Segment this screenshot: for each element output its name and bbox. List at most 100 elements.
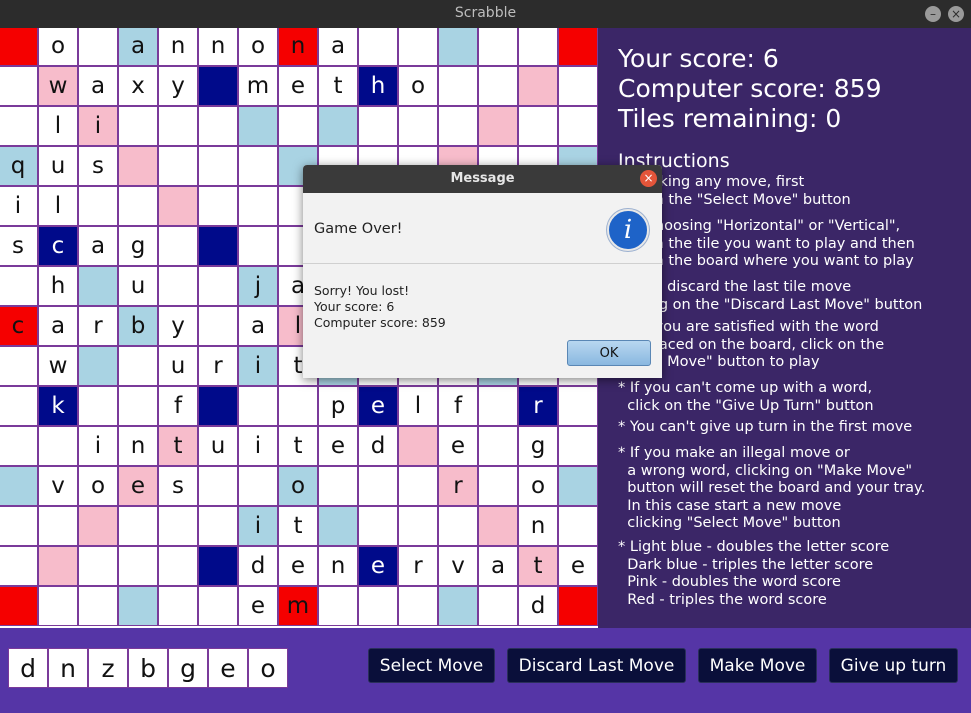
board-cell[interactable] (38, 506, 78, 546)
board-cell[interactable] (118, 386, 158, 426)
board-cell[interactable] (78, 346, 118, 386)
board-cell[interactable]: r (438, 466, 478, 506)
board-cell[interactable] (158, 146, 198, 186)
board-cell[interactable] (478, 426, 518, 466)
board-cell[interactable] (0, 266, 38, 306)
board-cell[interactable] (198, 266, 238, 306)
board-cell[interactable] (558, 106, 598, 146)
board-cell[interactable] (398, 466, 438, 506)
board-cell[interactable] (38, 586, 78, 626)
board-cell[interactable]: i (78, 426, 118, 466)
board-cell[interactable]: a (38, 306, 78, 346)
board-cell[interactable] (118, 586, 158, 626)
board-cell[interactable]: a (78, 66, 118, 106)
board-cell[interactable]: b (118, 306, 158, 346)
board-cell[interactable] (0, 106, 38, 146)
board-cell[interactable] (438, 28, 478, 66)
board-cell[interactable] (558, 506, 598, 546)
board-cell[interactable] (358, 106, 398, 146)
board-cell[interactable] (198, 306, 238, 346)
board-cell[interactable] (118, 506, 158, 546)
board-cell[interactable]: l (398, 386, 438, 426)
board-cell[interactable] (478, 386, 518, 426)
board-cell[interactable]: e (118, 466, 158, 506)
board-cell[interactable] (198, 66, 238, 106)
board-cell[interactable] (238, 146, 278, 186)
tray-tile[interactable]: e (208, 648, 248, 688)
board-cell[interactable]: j (238, 266, 278, 306)
board-cell[interactable] (118, 106, 158, 146)
board-cell[interactable]: s (0, 226, 38, 266)
board-cell[interactable]: v (438, 546, 478, 586)
board-cell[interactable]: o (238, 28, 278, 66)
tray-tile[interactable]: b (128, 648, 168, 688)
board-cell[interactable]: u (38, 146, 78, 186)
board-cell[interactable]: e (438, 426, 478, 466)
board-cell[interactable] (518, 106, 558, 146)
board-cell[interactable]: w (38, 66, 78, 106)
board-cell[interactable] (358, 466, 398, 506)
board-cell[interactable] (558, 66, 598, 106)
board-cell[interactable] (478, 586, 518, 626)
board-cell[interactable]: y (158, 306, 198, 346)
board-cell[interactable]: o (78, 466, 118, 506)
tile-tray[interactable]: dnzbgeo (8, 648, 288, 688)
board-cell[interactable]: n (278, 28, 318, 66)
board-cell[interactable] (158, 546, 198, 586)
board-cell[interactable] (478, 66, 518, 106)
board-cell[interactable]: s (78, 146, 118, 186)
board-cell[interactable] (198, 466, 238, 506)
board-cell[interactable]: w (38, 346, 78, 386)
board-cell[interactable]: m (278, 586, 318, 626)
board-cell[interactable] (118, 146, 158, 186)
minimize-icon[interactable]: – (925, 6, 941, 22)
board-cell[interactable] (0, 546, 38, 586)
board-cell[interactable]: a (318, 28, 358, 66)
board-cell[interactable]: n (158, 28, 198, 66)
board-cell[interactable] (198, 586, 238, 626)
board-cell[interactable] (78, 266, 118, 306)
board-cell[interactable] (118, 546, 158, 586)
board-cell[interactable]: e (318, 426, 358, 466)
board-cell[interactable] (358, 586, 398, 626)
board-cell[interactable] (518, 28, 558, 66)
board-cell[interactable]: i (238, 506, 278, 546)
board-cell[interactable] (118, 346, 158, 386)
board-cell[interactable] (158, 266, 198, 306)
board-cell[interactable] (198, 146, 238, 186)
board-cell[interactable]: t (318, 66, 358, 106)
board-cell[interactable]: l (38, 186, 78, 226)
board-cell[interactable] (438, 106, 478, 146)
board-cell[interactable] (358, 506, 398, 546)
board-cell[interactable]: r (398, 546, 438, 586)
board-cell[interactable]: a (118, 28, 158, 66)
board-cell[interactable] (318, 466, 358, 506)
board-cell[interactable] (478, 106, 518, 146)
board-cell[interactable]: o (398, 66, 438, 106)
board-cell[interactable]: e (358, 546, 398, 586)
board-cell[interactable]: l (38, 106, 78, 146)
give-up-turn-button[interactable]: Give up turn (829, 648, 958, 683)
board-cell[interactable] (238, 186, 278, 226)
board-cell[interactable] (78, 506, 118, 546)
board-cell[interactable]: n (318, 546, 358, 586)
board-cell[interactable] (558, 586, 598, 626)
select-move-button[interactable]: Select Move (368, 648, 495, 683)
board-cell[interactable] (558, 426, 598, 466)
board-cell[interactable]: i (238, 426, 278, 466)
board-cell[interactable] (558, 28, 598, 66)
board-cell[interactable] (198, 386, 238, 426)
tray-tile[interactable]: d (8, 648, 48, 688)
board-cell[interactable]: q (0, 146, 38, 186)
close-window-icon[interactable]: × (948, 6, 964, 22)
board-cell[interactable]: o (518, 466, 558, 506)
board-cell[interactable] (0, 66, 38, 106)
board-cell[interactable]: t (278, 426, 318, 466)
board-cell[interactable] (78, 186, 118, 226)
board-cell[interactable] (398, 586, 438, 626)
board-cell[interactable]: e (238, 586, 278, 626)
board-cell[interactable]: i (0, 186, 38, 226)
board-cell[interactable] (358, 28, 398, 66)
board-cell[interactable] (38, 426, 78, 466)
board-cell[interactable] (0, 466, 38, 506)
